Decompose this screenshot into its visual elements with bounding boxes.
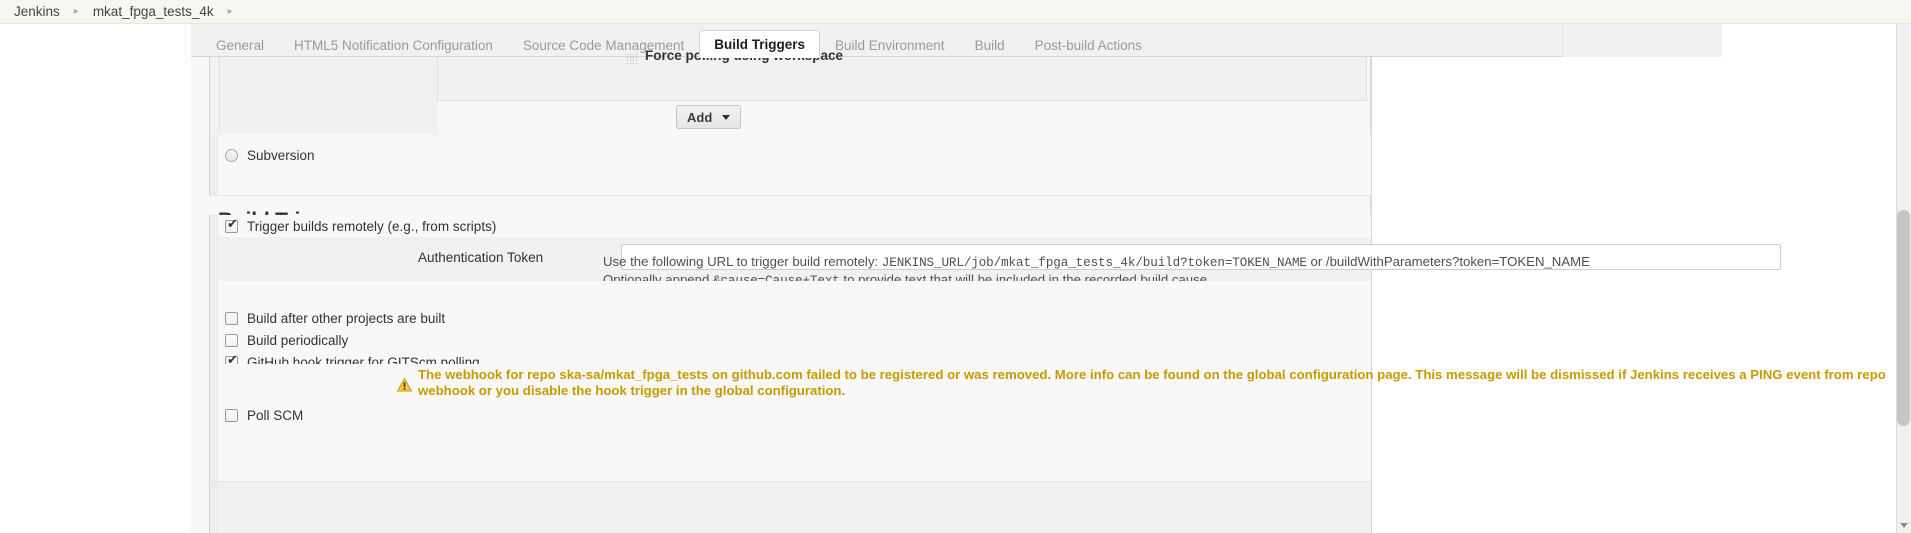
add-button-label: Add (687, 109, 713, 125)
poll-scm-option[interactable]: Poll SCM (225, 408, 303, 423)
chevron-down-icon (722, 114, 731, 120)
build-periodically-checkbox[interactable] (225, 334, 238, 347)
help-line-1-pre: Use the following URL to trigger build r… (603, 254, 882, 269)
scm-left-pane-inner (219, 57, 438, 135)
form-right-gutter (1372, 57, 1531, 533)
trigger-options-body: Build after other projects are built Bui… (218, 281, 1371, 370)
help-line-1-url-alt: /buildWithParameters?token=TOKEN_NAME (1325, 254, 1590, 269)
scm-left-pane (209, 57, 438, 135)
poll-scm-label[interactable]: Poll SCM (247, 408, 303, 423)
scrollbar-thumb[interactable] (1897, 210, 1910, 426)
help-line-1-mid: or (1306, 254, 1326, 269)
row-accent-bar (209, 215, 218, 237)
breadcrumb: Jenkins ▸ mkat_fpga_tests_4k ▸ (0, 0, 1911, 24)
breadcrumb-item-jenkins[interactable]: Jenkins (14, 4, 60, 19)
row-accent-bar (209, 482, 218, 533)
build-after-other-projects-label[interactable]: Build after other projects are built (247, 311, 445, 326)
breadcrumb-separator-icon: ▸ (73, 5, 79, 17)
scm-section-clipped: Force polling using workspace Add (191, 48, 1371, 135)
webhook-warning-row: The webhook for repo ska-sa/mkat_fpga_te… (209, 364, 1886, 404)
row-accent-bar (209, 364, 218, 404)
trigger-remotely-checkbox[interactable] (225, 217, 239, 233)
subversion-option[interactable]: Subversion (225, 148, 315, 163)
scm-advanced-row (437, 57, 1367, 101)
next-section-strip (209, 482, 1371, 533)
config-form: Force polling using workspace Add Subver… (191, 48, 1886, 533)
subversion-row: Subversion (209, 135, 1371, 195)
help-line-1-url: JENKINS_URL/job/mkat_fpga_tests_4k/build… (881, 256, 1307, 270)
tab-html5-notification-config[interactable]: HTML5 Notification Configuration (279, 31, 508, 58)
subversion-radio[interactable] (225, 149, 238, 162)
page-body: General HTML5 Notification Configuration… (0, 24, 1911, 533)
tab-bar-right-edge (1722, 24, 1911, 57)
add-button[interactable]: Add (676, 105, 742, 129)
build-periodically-label[interactable]: Build periodically (247, 333, 348, 348)
trigger-options-rows: Build after other projects are built Bui… (209, 281, 1371, 370)
subversion-row-body: Subversion (218, 135, 1371, 195)
tab-build[interactable]: Build (960, 31, 1020, 58)
row-accent-bar (209, 135, 218, 195)
poll-scm-row: Poll SCM (209, 404, 1371, 481)
scroll-down-arrow-icon[interactable] (1897, 518, 1910, 532)
scm-right-pane: Force polling using workspace Add (437, 48, 1371, 135)
page-scrollbar[interactable] (1896, 0, 1911, 533)
trigger-remotely-body: Trigger builds remotely (e.g., from scri… (218, 215, 1371, 237)
warning-triangle-icon (397, 378, 412, 392)
page-right-column (1531, 57, 1911, 533)
row-accent-bar (209, 281, 218, 364)
authentication-token-label: Authentication Token (418, 250, 544, 265)
build-after-other-projects-option[interactable]: Build after other projects are built (225, 311, 445, 326)
left-side-panel (0, 24, 191, 533)
tab-post-build-actions[interactable]: Post-build Actions (1020, 31, 1157, 58)
breadcrumb-dropdown-icon[interactable]: ▸ (214, 6, 247, 17)
breadcrumb-item-job[interactable]: mkat_fpga_tests_4k (93, 4, 214, 19)
poll-scm-body: Poll SCM (218, 404, 1371, 481)
drag-handle-icon[interactable] (627, 54, 638, 65)
help-line-1: Use the following URL to trigger build r… (603, 254, 1590, 272)
section-divider (209, 195, 1371, 196)
trigger-remotely-option[interactable]: Trigger builds remotely (e.g., from scri… (225, 217, 496, 234)
subversion-label[interactable]: Subversion (247, 148, 315, 163)
config-tab-bar: General HTML5 Notification Configuration… (191, 24, 1911, 58)
row-accent-bar (209, 237, 218, 281)
trigger-remotely-band: Trigger builds remotely (e.g., from scri… (209, 215, 1371, 237)
row-accent-bar (209, 404, 218, 481)
poll-scm-checkbox[interactable] (225, 409, 238, 422)
webhook-warning-text: The webhook for repo ska-sa/mkat_fpga_te… (418, 367, 1886, 398)
form-right-border (1371, 57, 1372, 533)
tab-bar-filler (1562, 24, 1722, 57)
trigger-remotely-label[interactable]: Trigger builds remotely (e.g., from scri… (247, 219, 496, 234)
build-periodically-option[interactable]: Build periodically (225, 333, 348, 348)
build-after-other-projects-checkbox[interactable] (225, 312, 238, 325)
tab-general[interactable]: General (201, 31, 279, 58)
tab-build-triggers[interactable]: Build Triggers (699, 30, 820, 58)
